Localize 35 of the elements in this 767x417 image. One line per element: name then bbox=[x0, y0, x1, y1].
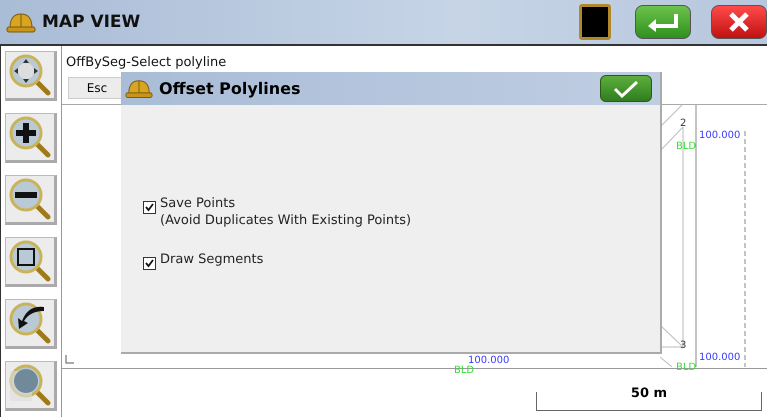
zoom-tool-button[interactable] bbox=[5, 299, 57, 349]
return-arrow-icon bbox=[646, 12, 680, 32]
zoom-tool-button[interactable] bbox=[5, 175, 57, 225]
close-button[interactable] bbox=[711, 5, 767, 39]
zoom-out-icon bbox=[8, 177, 52, 221]
zoom-in-icon bbox=[8, 115, 52, 159]
checkbox[interactable] bbox=[143, 201, 156, 214]
code-label: BLD bbox=[676, 362, 696, 373]
point-number: 3 bbox=[680, 340, 686, 351]
elevation-label: 100.000 bbox=[699, 352, 740, 363]
zoom-tool-button[interactable] bbox=[5, 237, 57, 287]
zoom-previous-icon bbox=[8, 301, 52, 345]
elevation-label: 100.000 bbox=[699, 130, 740, 141]
prompt-text: OffBySeg-Select polyline bbox=[65, 54, 228, 71]
ok-button[interactable] bbox=[600, 75, 652, 102]
axis-icon bbox=[64, 355, 74, 365]
enter-button[interactable] bbox=[635, 5, 691, 39]
battery-icon bbox=[579, 4, 611, 40]
code-label: BLD bbox=[676, 141, 696, 152]
option-note: (Avoid Duplicates With Existing Points) bbox=[160, 212, 412, 229]
option-label: Save Points bbox=[160, 195, 236, 212]
close-icon bbox=[728, 11, 750, 33]
code-label: BLD bbox=[454, 365, 474, 376]
elevation-label: 100.000 bbox=[468, 355, 510, 366]
zoom-extents-icon bbox=[8, 363, 52, 407]
option-label: Draw Segments bbox=[160, 251, 264, 268]
pan-zoom-icon bbox=[8, 53, 52, 97]
zoom-window-icon bbox=[8, 239, 52, 283]
checkmark-icon bbox=[613, 80, 639, 98]
zoom-tool-button[interactable] bbox=[5, 113, 57, 163]
checkbox[interactable] bbox=[143, 257, 156, 270]
scale-label: 50 m bbox=[630, 386, 668, 403]
window-title: MAP VIEW bbox=[42, 12, 142, 32]
dialog-title: Offset Polylines bbox=[159, 79, 302, 98]
point-number: 2 bbox=[680, 118, 686, 129]
